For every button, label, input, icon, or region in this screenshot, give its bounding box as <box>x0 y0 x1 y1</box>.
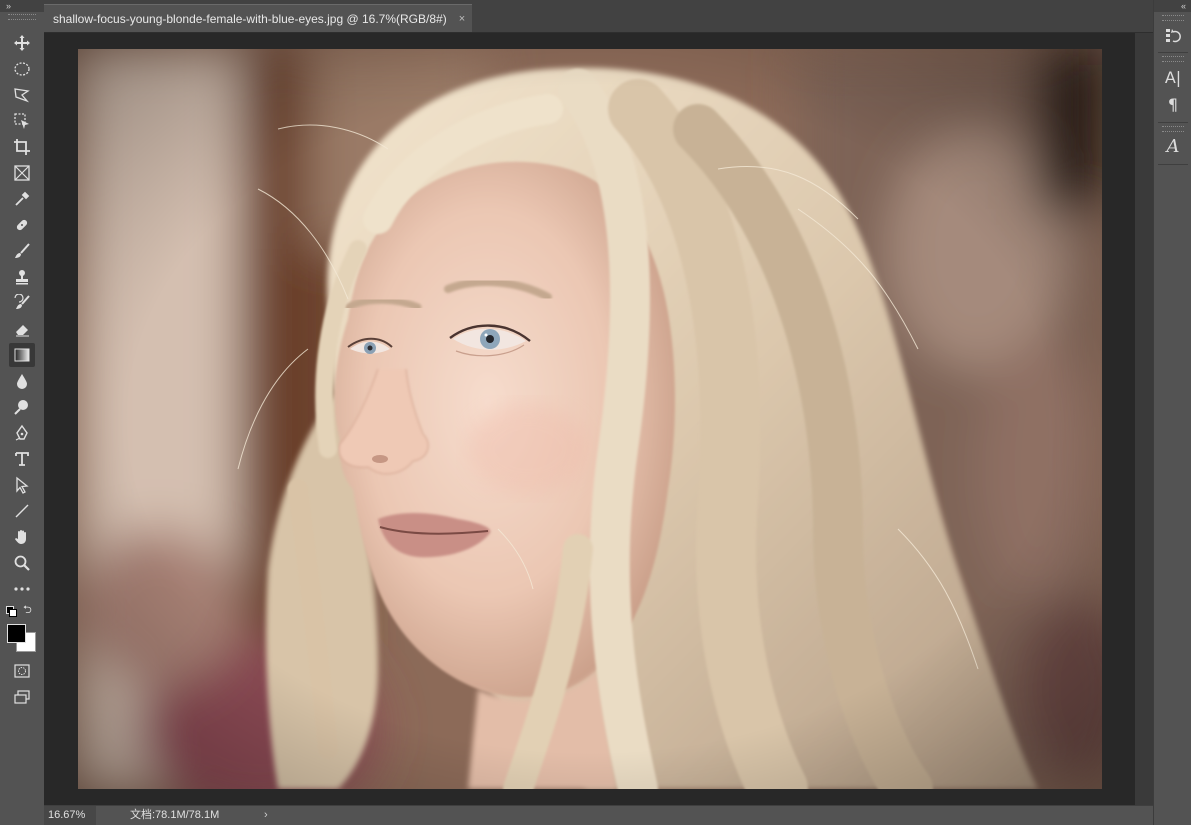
dodge-tool[interactable] <box>9 395 35 419</box>
dock-grip[interactable] <box>1162 56 1184 62</box>
dock-grip[interactable] <box>1162 15 1184 21</box>
close-icon[interactable]: × <box>459 13 465 25</box>
path-selection-icon <box>16 476 29 494</box>
eraser-icon <box>16 325 29 337</box>
pen-tool[interactable] <box>9 421 35 445</box>
glyphs-icon: A <box>1166 135 1180 157</box>
right-panel-dock: « A| ¶ A <box>1153 0 1191 825</box>
healing-brush-tool[interactable] <box>9 213 35 237</box>
document-tab-title: shallow-focus-young-blonde-female-with-b… <box>53 11 447 26</box>
pen-icon <box>15 424 28 441</box>
brush-tool[interactable] <box>9 239 35 263</box>
line-tool[interactable] <box>9 499 35 523</box>
panel-dock-spacer <box>1135 33 1153 805</box>
line-icon <box>15 504 29 518</box>
character-panel-button[interactable]: A| <box>1160 65 1186 89</box>
document-tab-bar: shallow-focus-young-blonde-female-with-b… <box>44 0 1153 33</box>
document-tab[interactable]: shallow-focus-young-blonde-female-with-b… <box>44 4 472 32</box>
zoom-tool[interactable] <box>9 551 35 575</box>
status-bar: 16.67% 文档:78.1M/78.1M › <box>44 805 1153 825</box>
more-tools[interactable] <box>9 577 35 601</box>
history-panel-button[interactable] <box>1160 24 1186 48</box>
document-size-info: 文档:78.1M/78.1M <box>130 809 220 821</box>
type-icon <box>15 452 29 466</box>
lasso-tool[interactable] <box>9 83 35 107</box>
character-icon: A| <box>1164 67 1182 87</box>
brush-icon <box>15 243 30 258</box>
stamp-tool[interactable] <box>9 265 35 289</box>
ellipse-marquee-icon <box>14 62 30 76</box>
frame-icon <box>14 165 30 181</box>
type-tool[interactable] <box>9 447 35 471</box>
quick-mask-button[interactable] <box>9 659 35 683</box>
hand-icon <box>15 530 26 544</box>
crop-tool[interactable] <box>9 135 35 159</box>
status-menu-arrow[interactable]: › <box>264 806 268 825</box>
marquee-tool[interactable] <box>9 57 35 81</box>
default-colors-icon[interactable] <box>6 606 17 617</box>
frame-tool[interactable] <box>9 161 35 185</box>
foreground-color-swatch[interactable] <box>7 624 26 643</box>
gradient-tool[interactable] <box>9 343 35 367</box>
quick-mask-icon <box>14 664 30 678</box>
portrait-photo <box>78 49 1102 789</box>
eyedropper-tool[interactable] <box>9 187 35 211</box>
document-image[interactable] <box>78 49 1102 789</box>
eyedropper-icon <box>15 191 30 206</box>
zoom-level-field[interactable]: 16.67% <box>44 806 96 825</box>
dock-separator <box>1158 52 1188 53</box>
move-tool[interactable] <box>9 31 35 55</box>
screen-mode-icon <box>14 690 30 704</box>
photoshop-window: » ⮌ shallow-focus-young-blonde-female-wi… <box>0 0 1191 825</box>
bandage-icon <box>16 219 28 231</box>
dock-collapse-button[interactable]: « <box>1154 0 1191 12</box>
clone-stamp-icon <box>16 270 28 285</box>
path-select-tool[interactable] <box>9 473 35 497</box>
history-brush-icon <box>14 294 30 309</box>
object-select-tool[interactable] <box>9 109 35 133</box>
eraser-tool[interactable] <box>9 317 35 341</box>
history-brush-tool[interactable] <box>9 291 35 315</box>
dock-separator <box>1158 164 1188 165</box>
swap-colors-icon[interactable]: ⮌ <box>23 605 32 616</box>
tools-panel: » ⮌ <box>0 0 45 825</box>
zoom-icon <box>14 555 30 571</box>
history-icon <box>1166 29 1181 43</box>
toolbar-collapse-button[interactable]: » <box>0 0 44 12</box>
screen-mode-button[interactable] <box>9 685 35 709</box>
glyphs-panel-button[interactable]: A <box>1160 134 1186 158</box>
dock-grip[interactable] <box>1162 126 1184 132</box>
blur-tool[interactable] <box>9 369 35 393</box>
dodge-icon <box>14 400 28 415</box>
toolbar-grip[interactable] <box>8 14 36 20</box>
more-icon <box>14 587 30 591</box>
paragraph-icon: ¶ <box>1167 94 1179 114</box>
canvas-area[interactable] <box>44 33 1135 805</box>
object-selection-icon <box>14 113 29 129</box>
polygonal-lasso-icon <box>14 88 30 103</box>
hand-tool[interactable] <box>9 525 35 549</box>
move-icon <box>14 35 30 51</box>
blur-drop-icon <box>17 374 27 389</box>
paragraph-panel-button[interactable]: ¶ <box>1160 92 1186 116</box>
gradient-icon <box>14 348 30 362</box>
crop-icon <box>14 139 30 155</box>
dock-separator <box>1158 122 1188 123</box>
